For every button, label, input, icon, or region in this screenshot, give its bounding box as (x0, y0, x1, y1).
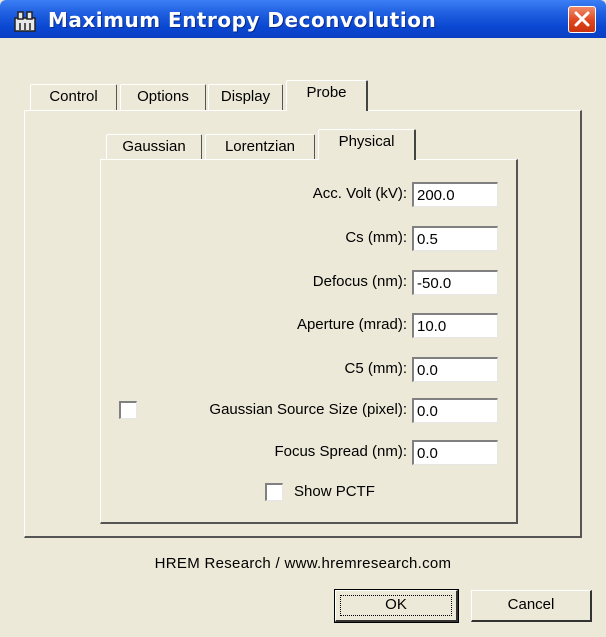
cs-input[interactable]: 0.5 (412, 226, 498, 251)
show-pctf-label: Show PCTF (294, 483, 375, 500)
defocus-input[interactable]: -50.0 (412, 270, 498, 295)
focus-spread-input[interactable]: 0.0 (412, 440, 498, 465)
focus-spread-label: Focus Spread (nm): (274, 443, 407, 460)
gaussian-source-size-checkbox[interactable] (119, 401, 137, 419)
acc-volt-input[interactable]: 200.0 (412, 182, 498, 207)
c5-input[interactable]: 0.0 (412, 357, 498, 382)
acc-volt-label: Acc. Volt (kV): (312, 185, 407, 202)
defocus-label: Defocus (nm): (312, 273, 407, 290)
show-pctf-checkbox[interactable] (265, 483, 283, 501)
gaussian-source-size-label: Gaussian Source Size (pixel): (209, 401, 407, 418)
cs-label: Cs (mm): (345, 229, 407, 246)
physical-fields: Acc. Volt (kV): 200.0 Cs (mm): 0.5 Defoc… (0, 0, 606, 637)
c5-label: C5 (mm): (344, 360, 408, 377)
dialog-window: Maximum Entropy Deconvolution Control Op… (0, 0, 606, 637)
gaussian-source-size-input[interactable]: 0.0 (412, 398, 498, 423)
aperture-label: Aperture (mrad): (296, 316, 407, 333)
aperture-input[interactable]: 10.0 (412, 313, 498, 338)
